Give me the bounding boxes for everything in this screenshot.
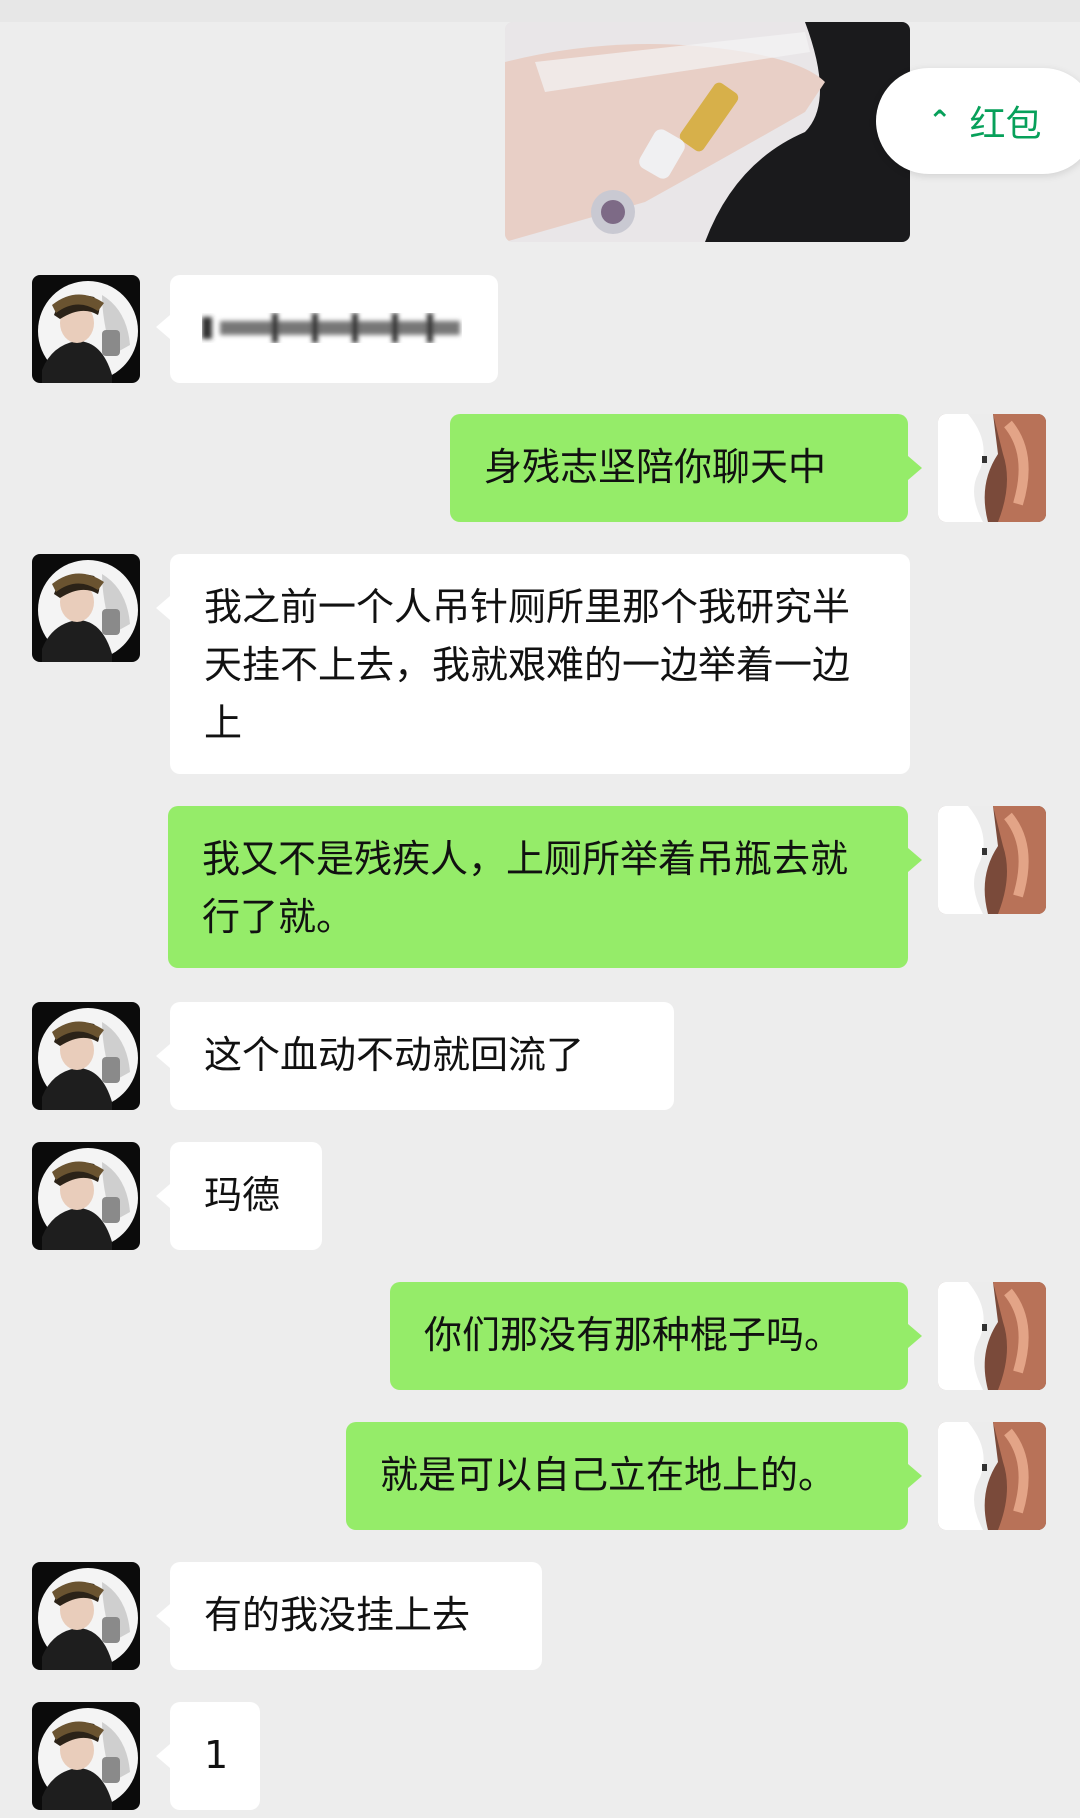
bubble-tail	[908, 456, 922, 480]
avatar[interactable]	[938, 1422, 1046, 1530]
avatar[interactable]	[938, 1282, 1046, 1390]
avatar[interactable]	[32, 1562, 140, 1670]
shared-photo[interactable]	[505, 22, 910, 242]
message-bubble[interactable]: 身残志坚陪你聊天中	[450, 414, 908, 522]
message-text: 我又不是残疾人，上厕所举着吊瓶去就行了就。	[202, 837, 849, 939]
message-text: 就是可以自己立在地上的。	[380, 1453, 837, 1497]
top-divider	[0, 0, 1080, 22]
message-bubble[interactable]: 你们那没有那种棍子吗。	[390, 1282, 908, 1390]
message-text: 1	[204, 1733, 229, 1777]
avatar[interactable]	[32, 1702, 140, 1810]
message-text: 这个血动不动就回流了	[204, 1033, 585, 1077]
message-bubble[interactable]: 1	[170, 1702, 260, 1810]
message-bubble[interactable]: 有的我没挂上去	[170, 1562, 542, 1670]
bubble-tail	[156, 315, 170, 339]
message-bubble[interactable]: 我之前一个人吊针厕所里那个我研究半天挂不上去，我就艰难的一边举着一边上	[170, 554, 910, 774]
message-bubble[interactable]: 这个血动不动就回流了	[170, 1002, 674, 1110]
message-bubble[interactable]	[170, 275, 498, 383]
message-text: 有的我没挂上去	[204, 1593, 471, 1637]
avatar[interactable]	[32, 1142, 140, 1250]
bubble-tail	[156, 596, 170, 620]
bubble-tail	[156, 1184, 170, 1208]
bubble-tail	[908, 1324, 922, 1348]
message-text: 你们那没有那种棍子吗。	[424, 1313, 843, 1357]
message-bubble[interactable]: 就是可以自己立在地上的。	[346, 1422, 908, 1530]
avatar[interactable]	[938, 414, 1046, 522]
bubble-tail	[908, 848, 922, 872]
avatar[interactable]	[32, 1002, 140, 1110]
message-text: 我之前一个人吊针厕所里那个我研究半天挂不上去，我就艰难的一边举着一边上	[204, 585, 851, 745]
double-chevron-up-icon: ⌃	[928, 104, 952, 137]
message-text: 身残志坚陪你聊天中	[484, 445, 827, 489]
bubble-tail	[156, 1744, 170, 1768]
bubble-tail	[156, 1604, 170, 1628]
avatar[interactable]	[32, 275, 140, 383]
message-bubble[interactable]: 我又不是残疾人，上厕所举着吊瓶去就行了就。	[168, 806, 908, 968]
avatar[interactable]	[32, 554, 140, 662]
red-packet-label: 红包	[969, 104, 1042, 145]
avatar[interactable]	[938, 806, 1046, 914]
blurred-text	[202, 313, 460, 343]
message-bubble[interactable]: 玛德	[170, 1142, 322, 1250]
bubble-tail	[156, 1044, 170, 1068]
red-packet-button[interactable]: ⌃ 红包	[876, 68, 1080, 174]
bubble-tail	[908, 1464, 922, 1488]
message-text: 玛德	[204, 1173, 281, 1217]
